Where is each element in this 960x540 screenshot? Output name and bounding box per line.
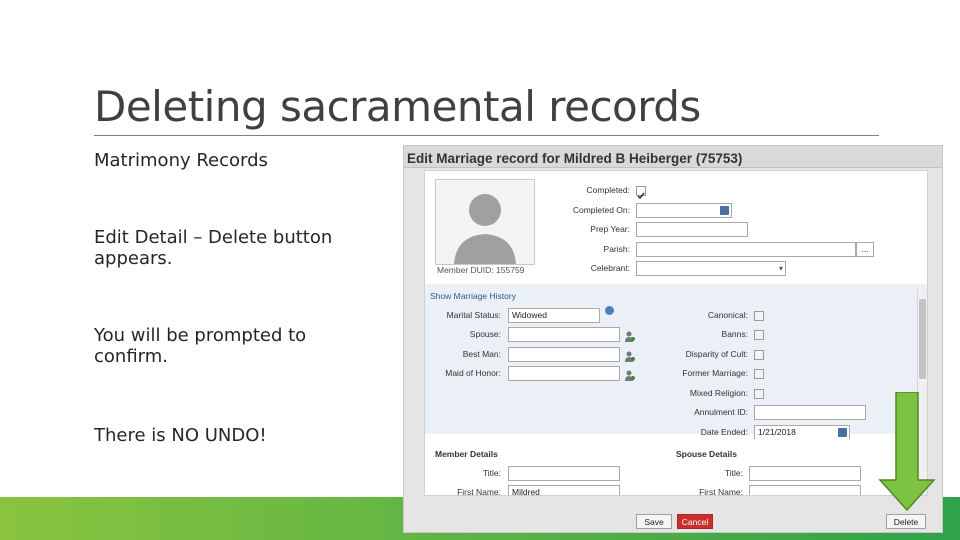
date-ended-calendar-icon[interactable]: [838, 428, 847, 437]
mixed-religion-label: Mixed Religion:: [689, 388, 748, 398]
spouse-lookup-icon[interactable]: [624, 329, 635, 342]
member-duid: Member DUID: 155759: [437, 265, 525, 275]
scrollbar-thumb[interactable]: [919, 299, 926, 379]
bullet-edit-detail: Edit Detail – Delete button appears.: [94, 227, 333, 269]
date-ended-input[interactable]: 1/21/2018: [754, 425, 850, 440]
parish-browse-button[interactable]: ...: [856, 242, 874, 257]
annulment-input[interactable]: [754, 405, 866, 420]
mixed-religion-checkbox[interactable]: [754, 389, 764, 399]
date-ended-label: Date Ended:: [700, 427, 748, 437]
save-button[interactable]: Save: [636, 514, 672, 529]
title-divider: [94, 135, 879, 136]
spouse-label: Spouse:: [469, 329, 501, 339]
member-first-name-label: First Name:: [457, 487, 501, 496]
completed-on-input[interactable]: [636, 203, 732, 218]
marital-status-label: Marital Status:: [446, 310, 501, 320]
spouse-details-header: Spouse Details: [676, 449, 737, 459]
parish-label: Parish:: [603, 244, 630, 254]
spouse-title-input[interactable]: [749, 466, 861, 481]
slide-title: Deleting sacramental records: [94, 82, 701, 131]
down-arrow-indicator: [878, 392, 936, 512]
prep-year-input[interactable]: [636, 222, 748, 237]
marital-status-select[interactable]: Widowed: [508, 308, 600, 323]
best-man-label: Best Man:: [462, 349, 501, 359]
disparity-label: Disparity of Cult:: [685, 349, 748, 359]
spouse-title-label: Title:: [724, 468, 743, 478]
bullet-prompt: You will be prompted to confirm.: [94, 325, 307, 367]
show-marriage-history-link[interactable]: Show Marriage History: [430, 291, 516, 301]
former-marriage-checkbox[interactable]: [754, 369, 764, 379]
banns-label: Banns:: [721, 329, 748, 339]
canonical-label: Canonical:: [707, 310, 748, 320]
info-icon[interactable]: [605, 306, 614, 315]
bullet-matrimony: Matrimony Records: [94, 150, 268, 171]
maid-of-honor-lookup-icon[interactable]: [624, 368, 635, 381]
member-title-input[interactable]: [508, 466, 620, 481]
dialog-title: Edit Marriage record for Mildred B Heibe…: [404, 146, 942, 168]
spouse-first-name-input[interactable]: [749, 485, 861, 495]
former-marriage-label: Former Marriage:: [682, 368, 748, 378]
chevron-down-icon: ▾: [778, 264, 783, 273]
banns-checkbox[interactable]: [754, 330, 764, 340]
spouse-first-name-label: First Name:: [699, 487, 743, 496]
parish-input[interactable]: [636, 242, 856, 257]
member-title-label: Title:: [482, 468, 501, 478]
celebrant-label: Celebrant:: [590, 263, 630, 273]
maid-of-honor-input[interactable]: [508, 366, 620, 381]
best-man-lookup-icon[interactable]: [624, 349, 635, 362]
bullet-no-undo: There is NO UNDO!: [94, 425, 267, 446]
maid-of-honor-label: Maid of Honor:: [445, 368, 501, 378]
completed-checkbox[interactable]: [636, 186, 646, 200]
canonical-checkbox[interactable]: [754, 311, 764, 321]
cancel-button[interactable]: Cancel: [677, 514, 713, 529]
spouse-input[interactable]: [508, 327, 620, 342]
completed-label: Completed:: [586, 185, 630, 195]
edit-marriage-dialog: Edit Marriage record for Mildred B Heibe…: [403, 145, 943, 533]
celebrant-select[interactable]: ▾: [636, 261, 786, 276]
member-first-name-input[interactable]: Mildred: [508, 485, 620, 495]
dialog-body: Member DUID: 155759 Completed: Completed…: [424, 170, 928, 496]
prep-year-label: Prep Year:: [590, 224, 630, 234]
annulment-label: Annulment ID:: [694, 407, 748, 417]
calendar-icon[interactable]: [720, 206, 729, 215]
delete-button[interactable]: Delete: [886, 514, 926, 529]
completed-on-label: Completed On:: [572, 205, 630, 215]
best-man-input[interactable]: [508, 347, 620, 362]
disparity-checkbox[interactable]: [754, 350, 764, 360]
member-details-header: Member Details: [435, 449, 498, 459]
